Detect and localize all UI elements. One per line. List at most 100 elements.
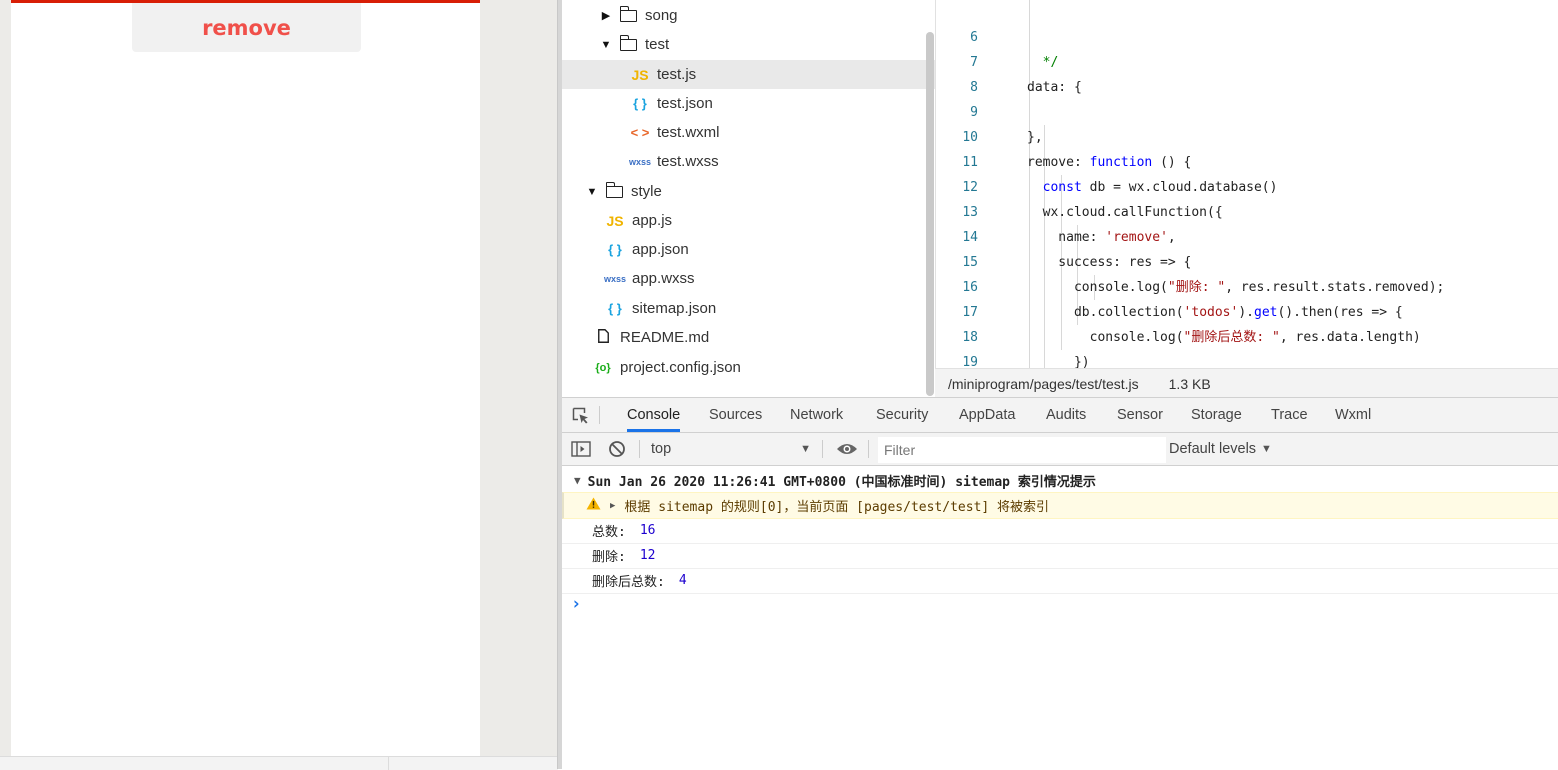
tree-item-label: README.md: [620, 329, 710, 346]
log-levels-label: Default levels: [1169, 441, 1257, 457]
sidebar-toggle-icon[interactable]: [571, 433, 591, 465]
log-value: 12: [639, 548, 656, 563]
live-expression-eye-icon[interactable]: [836, 433, 858, 465]
tree-file-sitemap-json[interactable]: { } sitemap.json: [562, 294, 968, 323]
toolbar-divider: [868, 440, 869, 458]
toolbar-divider: [639, 440, 640, 458]
code-line: 6 */: [970, 30, 1059, 70]
log-value: 16: [639, 523, 656, 538]
inspect-element-icon[interactable]: [572, 407, 588, 424]
code-line: 20 }): [936, 350, 1558, 368]
tree-folder-test[interactable]: ▼ test: [562, 30, 964, 59]
code-line: 15 console.log("删除: ", res.result.stats.…: [962, 255, 1445, 295]
tree-file-project-config[interactable]: {o} project.config.json: [562, 353, 956, 382]
dropdown-arrow-icon: ▼: [1261, 443, 1272, 455]
tree-item-label: test.js: [657, 66, 697, 83]
expanded-arrow-icon: ▼: [574, 473, 581, 487]
log-label: 删除:: [592, 550, 626, 565]
console-log-row: 删除: 12: [562, 543, 1558, 569]
code-line: 8: [970, 80, 978, 95]
context-value: top: [651, 441, 672, 457]
warning-icon: [586, 497, 601, 514]
clear-console-icon[interactable]: [608, 433, 626, 465]
code-line: 10 remove: function () {: [962, 130, 1192, 170]
tree-file-app-wxss[interactable]: wxss app.wxss: [562, 264, 968, 293]
remove-button[interactable]: remove: [132, 3, 361, 52]
tab-sensor[interactable]: Sensor: [1117, 398, 1163, 432]
folder-open-icon: [619, 34, 637, 51]
tab-appdata[interactable]: AppData: [959, 398, 1015, 432]
file-path: /miniprogram/pages/test/test.js: [948, 375, 1139, 392]
toolbar-divider: [822, 440, 823, 458]
tree-item-label: test.json: [657, 95, 713, 112]
dropdown-arrow-icon: ▼: [800, 443, 811, 455]
wxss-file-icon: wxss: [604, 273, 627, 284]
console-log-row: 删除后总数: 4: [562, 568, 1558, 594]
code-line: 13 name: 'remove',: [962, 205, 1176, 245]
expanded-arrow-icon: ▼: [586, 185, 598, 198]
tree-file-app-js[interactable]: JS app.js: [562, 206, 968, 235]
document-file-icon: [592, 329, 614, 346]
code-line: 14 success: res => {: [962, 230, 1192, 270]
tree-scrollbar[interactable]: [926, 32, 934, 396]
collapsed-arrow-icon: ▶: [610, 500, 616, 511]
simulator-screen: [11, 0, 480, 756]
code-line: 17 console.log("删除后总数: ", res.data.lengt…: [962, 305, 1421, 345]
code-line: 7 data: {: [970, 55, 1082, 95]
tree-item-label: song: [645, 7, 678, 24]
expanded-arrow-icon: ▼: [600, 38, 612, 51]
tab-wxml[interactable]: Wxml: [1335, 398, 1371, 432]
log-value: 4: [678, 573, 687, 588]
tab-security[interactable]: Security: [876, 398, 928, 432]
tree-item-label: sitemap.json: [632, 300, 717, 317]
tree-item-label: app.json: [632, 241, 689, 258]
tree-folder-style[interactable]: ▼ style: [562, 177, 950, 206]
tab-trace[interactable]: Trace: [1271, 398, 1308, 432]
tree-folder-song[interactable]: ▶ song: [562, 1, 964, 30]
simulator-status-bar: [0, 756, 558, 770]
status-divider: [388, 757, 389, 770]
file-tree: ▶ song ▼ test JS test.js { } test.json <…: [562, 0, 993, 396]
tab-network[interactable]: Network: [790, 398, 843, 432]
tab-console[interactable]: Console: [627, 398, 681, 432]
console-output: ▼ Sun Jan 26 2020 11:26:41 GMT+0800 (中国标…: [562, 466, 1558, 770]
tree-item-label: app.wxss: [632, 270, 695, 287]
tree-item-label: project.config.json: [620, 359, 741, 376]
tab-storage[interactable]: Storage: [1191, 398, 1242, 432]
console-filter-input[interactable]: [878, 437, 1166, 463]
group-header-text: Sun Jan 26 2020 11:26:41 GMT+0800 (中国标准时…: [587, 474, 1096, 490]
log-label: 总数:: [592, 525, 626, 540]
js-file-icon: JS: [631, 66, 649, 83]
js-file-icon: JS: [606, 212, 624, 229]
wxss-file-icon: wxss: [629, 156, 652, 167]
tree-file-readme[interactable]: README.md: [562, 323, 956, 352]
tree-item-label: test: [645, 36, 670, 53]
tree-item-label: test.wxss: [657, 153, 719, 170]
simulator-pane: remove: [0, 0, 558, 770]
json-file-icon: { }: [608, 242, 622, 257]
devtools-tab-bar: Console Sources Network Security AppData…: [562, 398, 1558, 433]
console-group-header[interactable]: ▼ Sun Jan 26 2020 11:26:41 GMT+0800 (中国标…: [562, 468, 1558, 492]
code-line: 18 }): [962, 330, 1090, 368]
json-file-icon: { }: [633, 96, 647, 111]
tree-file-app-json[interactable]: { } app.json: [562, 235, 968, 264]
context-selector[interactable]: top ▼: [651, 433, 811, 465]
code-line: 16 db.collection('todos').get().then(res…: [962, 280, 1403, 320]
tab-sources[interactable]: Sources: [709, 398, 762, 432]
log-levels-dropdown[interactable]: Default levels ▼: [1169, 433, 1272, 465]
editor-status-bar: /miniprogram/pages/test/test.js 1.3 KB: [935, 368, 1558, 398]
code-line: 11 const db = wx.cloud.database(): [962, 155, 1278, 195]
code-line: 12 wx.cloud.callFunction({: [962, 180, 1223, 220]
config-file-icon: {o}: [595, 361, 611, 374]
warning-text: 根据 sitemap 的规则[0]，当前页面 [pages/test/test]…: [624, 500, 1050, 515]
prompt-chevron-icon: ›: [571, 594, 582, 614]
log-label: 删除后总数:: [592, 575, 665, 590]
console-toolbar: top ▼ Default levels ▼: [562, 433, 1558, 466]
tab-audits[interactable]: Audits: [1046, 398, 1086, 432]
code-editor[interactable]: 6 */ 7 data: { 8 9 }, 10 remove: functio…: [935, 0, 1558, 368]
console-warning[interactable]: ▶ 根据 sitemap 的规则[0]，当前页面 [pages/test/tes…: [562, 492, 1558, 519]
folder-icon: [619, 5, 637, 22]
tree-item-label: style: [631, 183, 662, 200]
console-prompt-row[interactable]: ›: [562, 593, 1558, 615]
console-log-row: 总数: 16: [562, 518, 1558, 544]
